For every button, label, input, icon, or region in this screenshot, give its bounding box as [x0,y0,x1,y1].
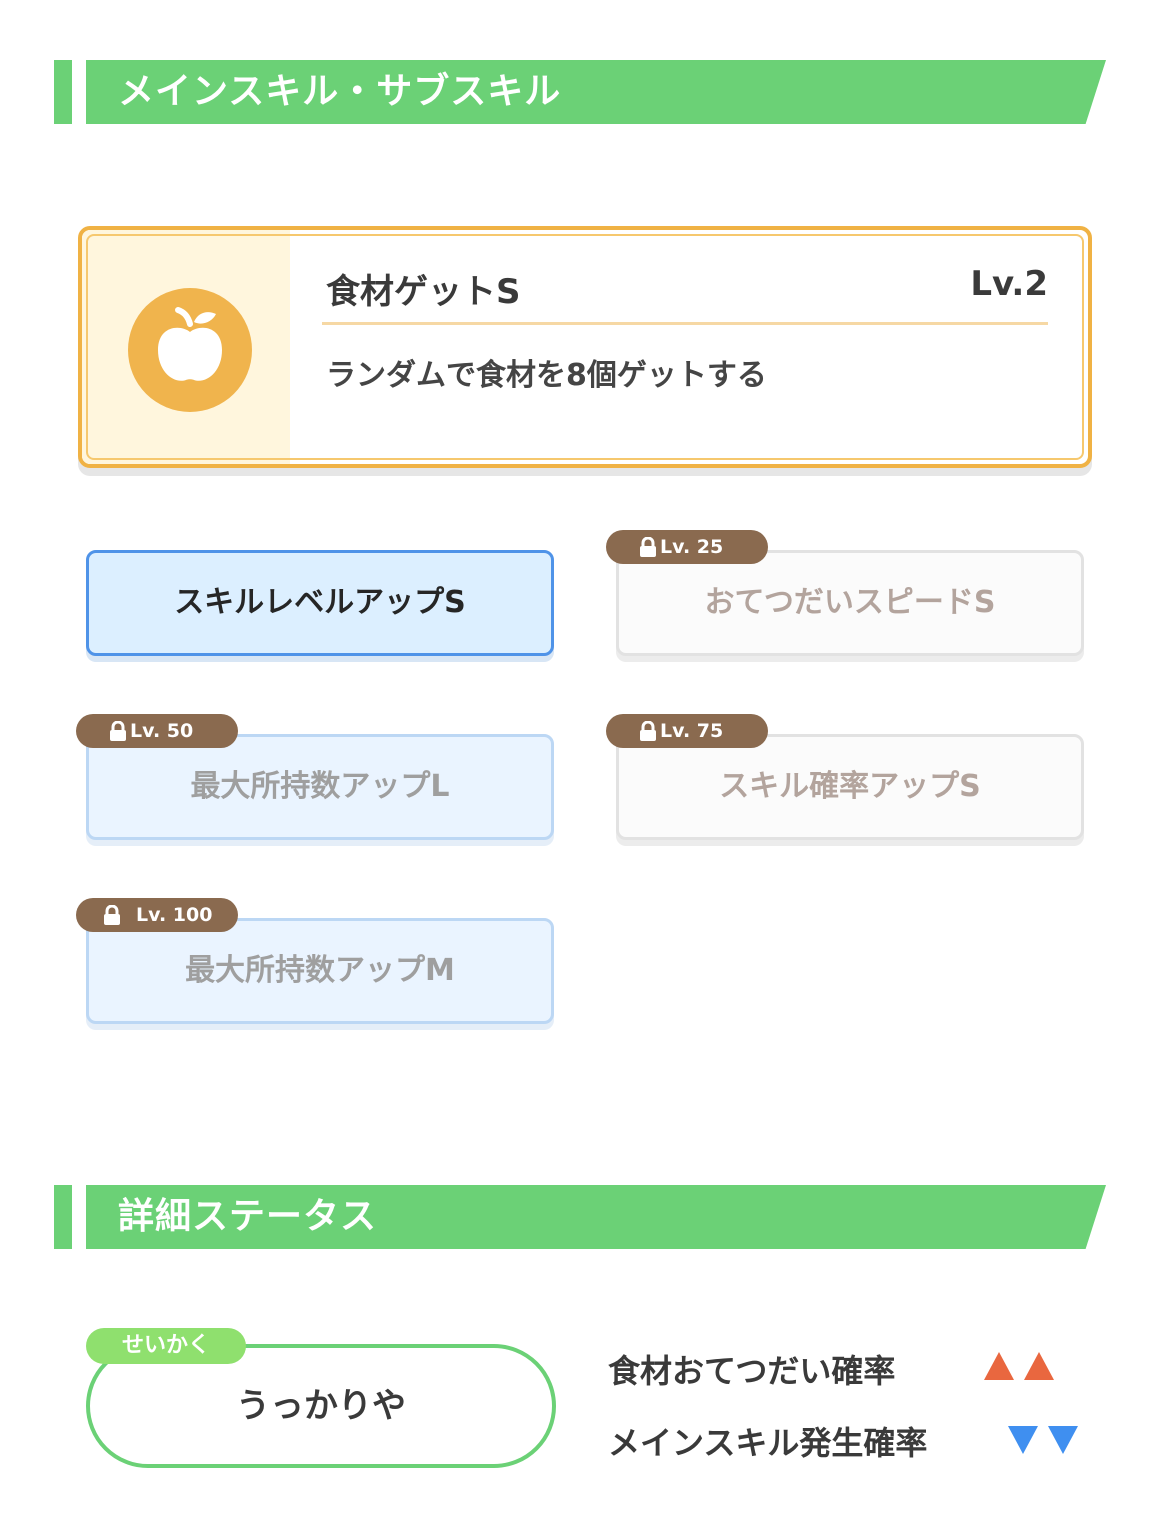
sub-skill-button[interactable]: 最大所持数アップL [86,734,554,840]
main-skill-description: ランダムで食材を8個ゲットする [326,358,767,393]
main-skill-icon-circle [128,288,252,412]
lock-icon [640,537,656,557]
lock-level-badge: Lv. 50 [76,714,238,748]
nature-tag: せいかく [86,1328,246,1364]
lock-icon [110,721,126,741]
skills-section-header: メインスキル・サブスキル [54,60,1106,124]
lock-level-badge: Lv. 25 [606,530,768,564]
nature-effect-up-label: 食材おてつだい確率 [608,1352,896,1390]
main-skill-name: 食材ゲットS [326,272,521,312]
skills-section-title: メインスキル・サブスキル [118,71,562,112]
sub-skill-button[interactable]: 最大所持数アップM [86,918,554,1024]
lock-icon [640,721,656,741]
apple-icon [158,307,222,381]
main-skill-level: Lv.2 [970,264,1048,304]
status-section-title: 詳細ステータス [118,1196,378,1237]
lock-level-label: Lv. 25 [660,536,724,558]
header-stripe [54,60,72,124]
header-stripe [54,1185,72,1249]
down-arrows-icon [1008,1426,1078,1454]
lock-level-label: Lv. 50 [130,720,194,742]
lock-level-badge: Lv. 100 [76,898,238,932]
nature-value: うっかりや [236,1386,406,1426]
status-section-header: 詳細ステータス [54,1185,1106,1249]
main-skill-card[interactable]: 食材ゲットS Lv.2 ランダムで食材を8個ゲットする [78,226,1092,468]
sub-skill-button[interactable]: おてつだいスピードS [616,550,1084,656]
lock-level-label: Lv. 75 [660,720,724,742]
main-skill-divider [322,322,1048,325]
sub-skill-button[interactable]: スキル確率アップS [616,734,1084,840]
lock-level-label: Lv. 100 [136,904,213,926]
sub-skill-button[interactable]: スキルレベルアップS [86,550,554,656]
lock-icon [104,905,120,925]
up-arrows-icon [984,1352,1054,1380]
nature-effect-down-label: メインスキル発生確率 [608,1424,928,1462]
lock-level-badge: Lv. 75 [606,714,768,748]
